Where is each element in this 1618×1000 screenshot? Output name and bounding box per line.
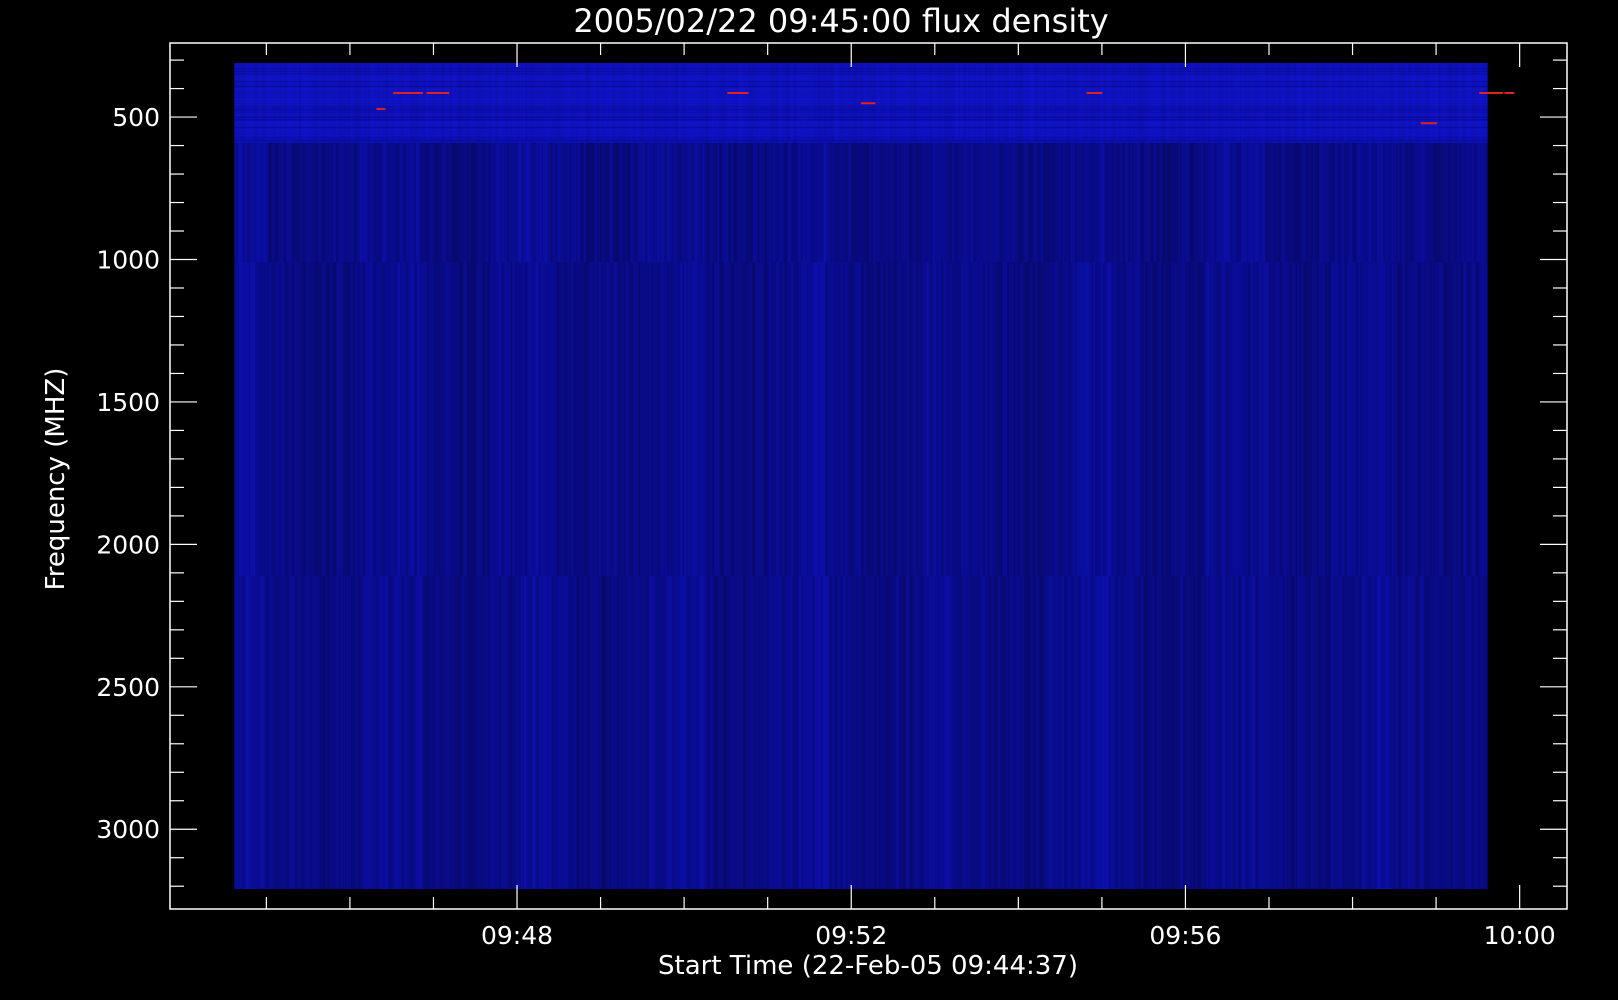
- x-tick-label: 10:00: [1484, 921, 1556, 950]
- chart-title: 2005/02/22 09:45:00 flux density: [573, 2, 1108, 40]
- x-tick-label: 09:48: [481, 921, 553, 950]
- frequency-band-1: [234, 62, 1488, 143]
- burst-speck: [727, 91, 749, 94]
- burst-speck: [1479, 91, 1504, 94]
- burst-speck: [1420, 122, 1438, 125]
- intensity-modulation: [234, 142, 1488, 890]
- burst-speck: [1504, 91, 1515, 94]
- y-axis-title: Frequency (MHZ): [41, 368, 71, 591]
- x-tick-label: 09:56: [1149, 921, 1221, 950]
- x-axis-title: Start Time (22-Feb-05 09:44:37): [658, 951, 1078, 981]
- y-tick-label: 1000: [96, 246, 160, 275]
- y-tick-label: 2000: [96, 530, 160, 559]
- burst-speck: [376, 107, 386, 110]
- burst-speck: [860, 102, 876, 105]
- y-tick-label: 3000: [96, 815, 160, 844]
- y-tick-label: 1500: [96, 388, 160, 417]
- x-tick-label: 09:52: [815, 921, 887, 950]
- y-tick-label: 500: [112, 103, 160, 132]
- y-tick-label: 2500: [96, 673, 160, 702]
- burst-speck: [426, 91, 450, 94]
- burst-speck: [409, 91, 424, 94]
- spectrogram-chart: 2005/02/22 09:45:00 flux density 09:48 09…: [41, 2, 1568, 981]
- spectrogram-heatmap: [234, 62, 1515, 890]
- burst-speck: [1086, 91, 1103, 94]
